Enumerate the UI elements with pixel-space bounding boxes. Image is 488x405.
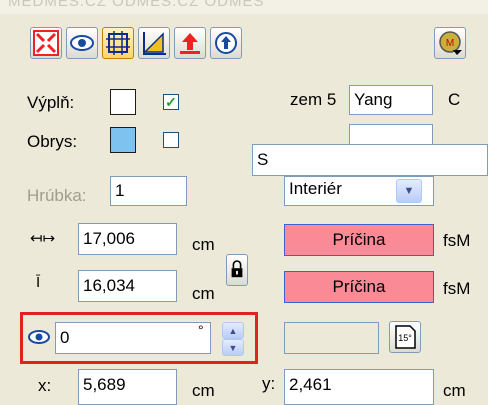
chevron-up-icon: ▲ [228,325,238,336]
fill-label: Výplň: [27,93,75,112]
lock-ratio-button[interactable] [226,254,248,286]
eye-rotate-icon [70,35,94,51]
rotation-field[interactable]: 0 [55,322,211,354]
outline-color-swatch[interactable] [110,127,136,153]
watermark-text: MEDMES.CZ ODMES.CZ ODMES [8,0,265,10]
toolbar-arrow-up-button[interactable] [174,27,206,59]
ruler-triangle-icon [143,32,166,55]
toolbar-view-button[interactable] [66,27,98,59]
width-unit: cm [192,235,215,254]
outline-label: Obrys: [27,132,78,151]
height-unit: cm [192,284,215,303]
zem-label: zem 5 [290,90,337,109]
lock-icon [231,260,243,278]
height-suffix: fsM [443,279,471,298]
top-strip: MEDMES.CZ ODMES.CZ ODMES [0,0,488,14]
hidden-field[interactable] [349,124,433,146]
toolbar-macro-button[interactable]: M [434,27,466,59]
thickness-label: Hrúbka: [27,186,87,205]
fill-checkbox[interactable]: ✓ [163,94,179,110]
check-icon: ✓ [165,93,177,110]
macro-icon: M [439,31,462,55]
macro-letter: M [446,38,454,49]
height-icon: Ī [36,274,41,291]
fill-color-swatch[interactable] [110,89,136,115]
zem-field[interactable]: Yang [349,85,433,115]
toolbar-ruler-button[interactable] [138,27,170,59]
rotation-spin-down[interactable]: ▼ [222,339,244,356]
rotation-spin-up[interactable]: ▲ [222,322,244,339]
interior-select-value: Interiér [289,179,342,198]
x-unit: cm [192,381,215,400]
disabled-field [284,322,379,354]
grid-frame-icon [106,31,130,55]
width-icon: ↤↦ [30,230,56,247]
rotation-eye-icon [28,327,50,347]
zem-suffix: C [448,90,461,109]
height-field[interactable]: 16,034 [78,270,177,302]
height-pricina-button[interactable]: Príčina [284,271,434,303]
y-unit: cm [443,381,466,400]
x-label: x: [38,376,52,395]
shrink-arrows-icon [33,30,59,56]
thickness-field[interactable]: 1 [110,176,187,206]
width-field[interactable]: 17,006 [78,223,177,255]
interior-dropdown-button[interactable]: ▼ [396,179,422,203]
chevron-down-icon: ▼ [403,185,415,197]
popup-input[interactable]: S [252,144,488,176]
toolbar-shrink-button[interactable] [30,27,62,59]
x-field[interactable]: 5,689 [78,369,177,405]
width-suffix: fsM [443,231,471,250]
rotate-15-label: 15° [398,333,412,343]
y-field[interactable]: 2,461 [284,369,434,405]
rotate-15-button[interactable]: 15° [389,321,421,353]
y-label: y: [262,374,276,393]
rotate-15-icon: 15° [395,325,416,349]
outline-checkbox[interactable] [163,132,179,148]
chevron-down-icon: ▼ [228,342,238,353]
toolbar-circle-up-button[interactable] [210,27,242,59]
rotation-unit: ° [198,322,204,338]
circle-arrow-up-icon [215,32,237,54]
width-pricina-button[interactable]: Príčina [284,224,434,256]
toolbar-grid-button[interactable] [102,27,134,59]
arrow-up-bar-icon [180,33,200,54]
